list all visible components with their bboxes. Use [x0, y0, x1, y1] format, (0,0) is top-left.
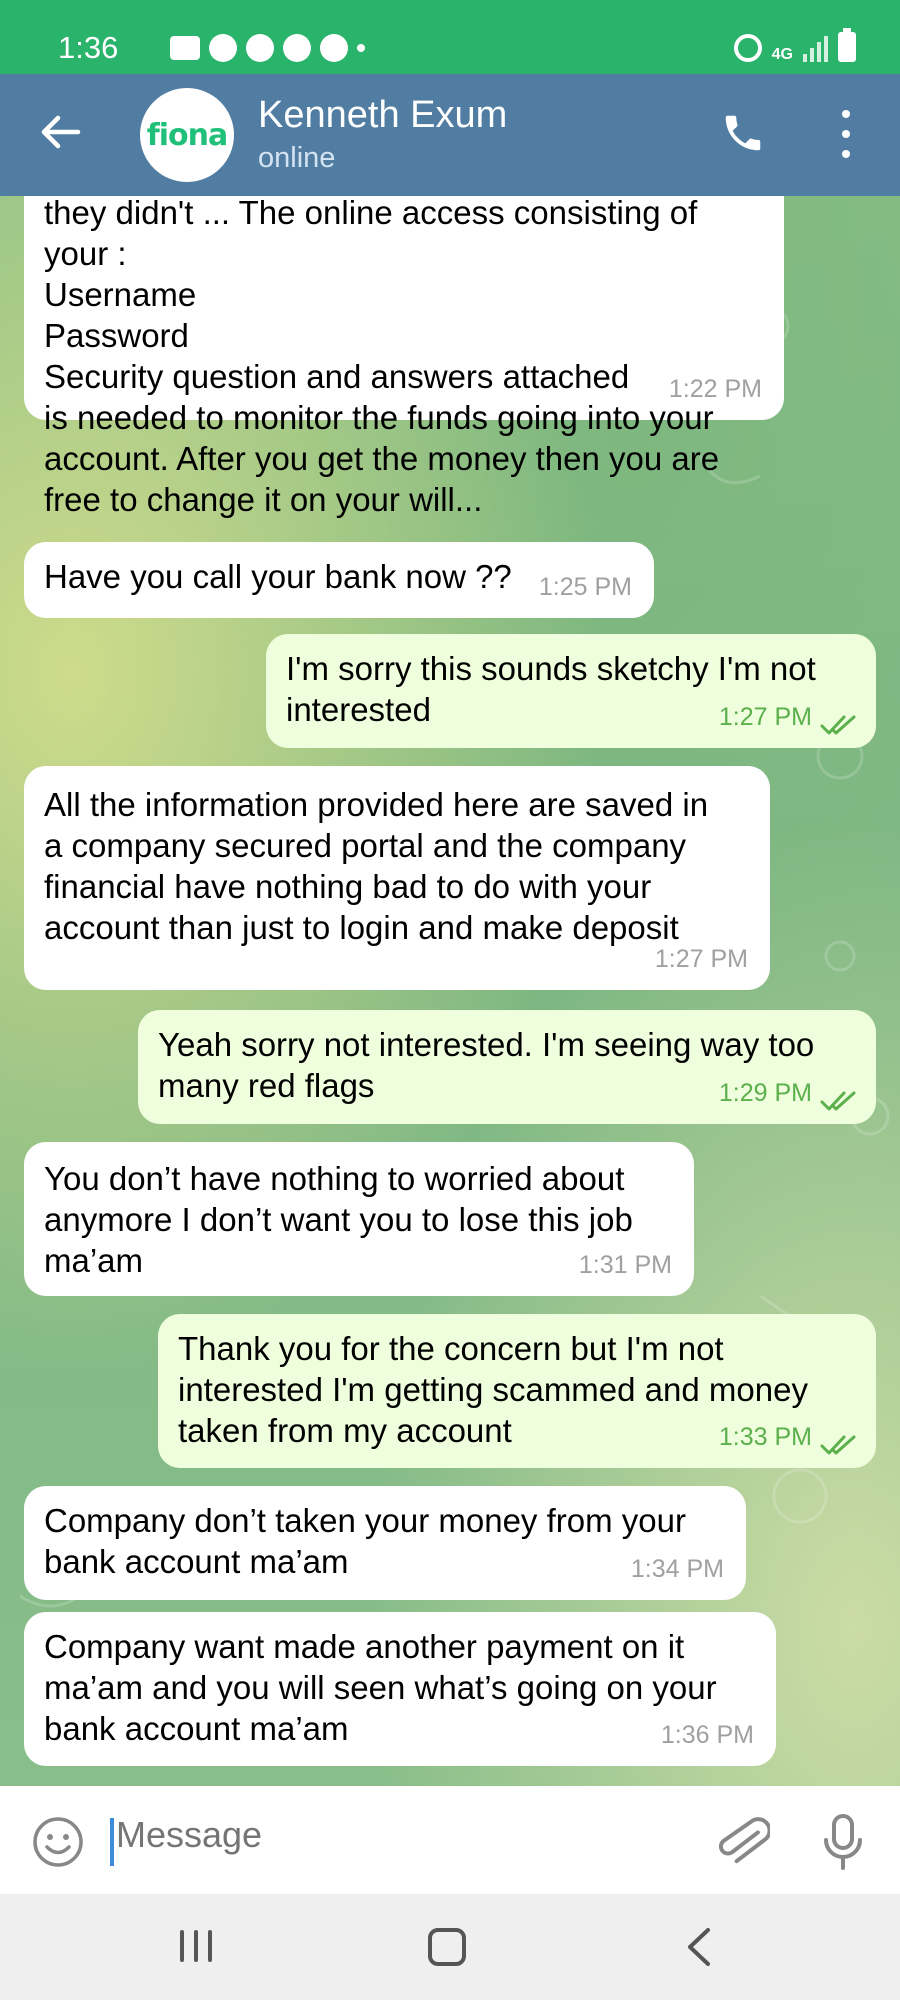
account-icon	[246, 34, 274, 62]
message-time: 1:27 PM	[654, 945, 748, 973]
recent-apps-icon[interactable]	[176, 1928, 216, 1964]
system-navigation-bar	[0, 1894, 900, 2000]
contact-status: online	[258, 142, 336, 174]
network-icon: 4G	[771, 46, 793, 63]
message-time: 1:27 PM	[718, 703, 812, 731]
message-text: they didn't ... The online access consis…	[44, 196, 720, 518]
message-bubble-incoming[interactable]: Company don’t taken your money from your…	[24, 1486, 746, 1600]
message-bubble-outgoing[interactable]: Thank you for the concern but I'm not in…	[158, 1314, 876, 1468]
battery-icon	[838, 28, 856, 62]
message-time: 1:33 PM	[718, 1423, 812, 1451]
message-text: Company don’t taken your money from your…	[44, 1502, 686, 1580]
chat-messages[interactable]: they didn't ... The online access consis…	[0, 196, 900, 1786]
read-check-icon	[820, 715, 856, 735]
more-options-icon[interactable]	[836, 110, 856, 158]
status-bar: 1:36 4G	[0, 0, 900, 74]
message-bubble-incoming[interactable]: Have you call your bank now ?? 1:25 PM	[24, 542, 654, 618]
snapchat-icon	[209, 34, 237, 62]
text-cursor	[110, 1818, 114, 1866]
chrome-icon	[320, 34, 348, 62]
chat-header: fiona Kenneth Exum online	[0, 74, 900, 196]
dot-icon	[357, 44, 365, 52]
notification-icons	[170, 34, 365, 62]
avatar-label: fiona	[146, 117, 229, 153]
attach-icon[interactable]	[716, 1812, 770, 1872]
back-arrow-icon[interactable]	[38, 110, 82, 154]
read-check-icon	[820, 1435, 856, 1455]
message-composer	[0, 1786, 900, 1894]
message-bubble-outgoing[interactable]: I'm sorry this sounds sketchy I'm not in…	[266, 634, 876, 748]
avatar[interactable]: fiona	[140, 88, 234, 182]
system-icons: 4G	[733, 28, 856, 63]
alarm-icon	[733, 34, 762, 62]
message-input[interactable]	[116, 1814, 676, 1856]
emoji-icon[interactable]	[32, 1816, 84, 1868]
contact-name[interactable]: Kenneth Exum	[258, 94, 507, 137]
microphone-icon[interactable]	[820, 1812, 866, 1872]
message-text: All the information provided here are sa…	[44, 786, 709, 946]
message-text: Company want made another payment on it …	[44, 1628, 717, 1747]
message-time: 1:22 PM	[668, 375, 762, 403]
signal-icon	[803, 36, 828, 62]
message-bubble-incoming[interactable]: All the information provided here are sa…	[24, 766, 770, 990]
message-time: 1:36 PM	[660, 1721, 754, 1749]
message-bubble-outgoing[interactable]: Yeah sorry not interested. I'm seeing wa…	[138, 1010, 876, 1124]
gmail-icon	[283, 34, 311, 62]
status-time: 1:36	[58, 30, 119, 65]
nav-back-icon[interactable]	[684, 1926, 714, 1968]
message-bubble-incoming[interactable]: they didn't ... The online access consis…	[24, 196, 784, 518]
message-time: 1:34 PM	[630, 1555, 724, 1583]
message-bubble-incoming[interactable]: You don’t have nothing to worried about …	[24, 1142, 694, 1296]
home-icon[interactable]	[428, 1928, 466, 1966]
message-bubble-incoming[interactable]: Company want made another payment on it …	[24, 1612, 776, 1766]
message-time: 1:29 PM	[718, 1079, 812, 1107]
messages-icon	[170, 36, 200, 60]
phone-icon[interactable]	[720, 110, 766, 156]
message-time: 1:25 PM	[538, 573, 632, 601]
read-check-icon	[820, 1091, 856, 1111]
message-time: 1:31 PM	[578, 1251, 672, 1279]
